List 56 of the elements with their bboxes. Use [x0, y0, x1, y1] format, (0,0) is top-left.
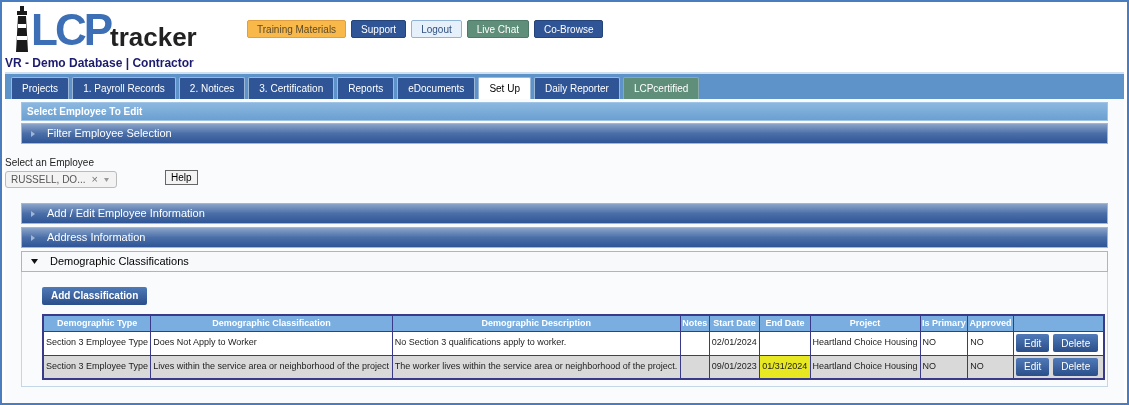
table-cell: Heartland Choice Housing: [812, 337, 918, 348]
lighthouse-icon: [15, 6, 29, 52]
header-button[interactable]: Live Chat: [466, 20, 529, 38]
edit-button[interactable]: Edit: [1016, 357, 1050, 376]
clear-icon[interactable]: ×: [91, 174, 98, 185]
nav-tab[interactable]: Set Up: [478, 77, 531, 99]
table-cell: Heartland Choice Housing: [812, 361, 918, 371]
table-cell: No Section 3 qualifications apply to worker.: [394, 337, 567, 348]
header-button[interactable]: Training Materials: [247, 20, 347, 38]
nav-tab[interactable]: LCPcertified: [622, 77, 700, 99]
column-header: End Date: [759, 315, 811, 331]
column-header: Demographic Description: [392, 315, 681, 331]
header-button[interactable]: Co-Browse: [534, 20, 604, 38]
nav-tab[interactable]: Reports: [337, 77, 395, 99]
table-cell: NO: [970, 337, 984, 348]
logo-word: tracker: [110, 24, 197, 50]
field-label: Select an Employee: [5, 156, 95, 170]
column-header: Demographic Type: [43, 315, 151, 331]
nav-tab[interactable]: Projects: [11, 77, 70, 99]
column-header: Approved: [967, 315, 1014, 331]
dropdown-caret-icon: [103, 177, 109, 182]
table-cell: Section 3 Employee Type: [46, 361, 148, 371]
accordion-header[interactable]: Filter Employee Selection: [21, 123, 1108, 144]
edit-button[interactable]: Edit: [1016, 334, 1050, 352]
table-cell: Does Not Apply to Worker: [153, 337, 257, 348]
accordion-header[interactable]: Demographic Classifications: [21, 251, 1108, 272]
delete-button[interactable]: Delete: [1053, 357, 1099, 376]
column-header: Notes: [680, 315, 710, 331]
panel-header: Select Employee To Edit: [21, 102, 1108, 121]
table-cell: 09/01/2023: [711, 361, 757, 371]
help-button[interactable]: Help: [165, 170, 198, 185]
table-cell: Lives within the service area or neighborhood of the project: [153, 361, 389, 371]
table-cell: NO: [970, 361, 984, 371]
logo-mark: LCP: [31, 8, 110, 52]
column-header: Start Date: [709, 315, 760, 331]
database-title: VR - Demo Database | Contractor: [5, 55, 195, 72]
column-header: Is Primary: [920, 315, 968, 331]
table-cell: Section 3 Employee Type: [46, 337, 148, 348]
add-classification-button[interactable]: Add Classification: [42, 286, 148, 305]
employee-select[interactable]: RUSSELL, DO... ×: [5, 171, 117, 188]
accordion-header[interactable]: Add / Edit Employee Information: [21, 203, 1108, 224]
header-button[interactable]: Logout: [411, 20, 462, 38]
nav-tab[interactable]: 2. Notices: [178, 77, 246, 99]
nav-tab[interactable]: Daily Reporter: [533, 77, 620, 99]
header-button[interactable]: Support: [351, 20, 407, 38]
delete-button[interactable]: Delete: [1053, 334, 1099, 352]
nav-tab[interactable]: 3. Certification: [248, 77, 335, 99]
table-cell: 02/01/2024: [711, 337, 757, 348]
table-cell: NO: [922, 361, 937, 371]
table-cell: The worker lives within the service area or neighborhood of the project.: [394, 361, 678, 371]
accordion-header[interactable]: Address Information: [21, 227, 1108, 248]
column-header: Project: [810, 315, 921, 331]
nav-tab[interactable]: eDocuments: [397, 77, 476, 99]
column-header: Demographic Classification: [150, 315, 393, 331]
nav-tab[interactable]: 1. Payroll Records: [72, 77, 176, 99]
table-cell: NO: [922, 337, 937, 348]
